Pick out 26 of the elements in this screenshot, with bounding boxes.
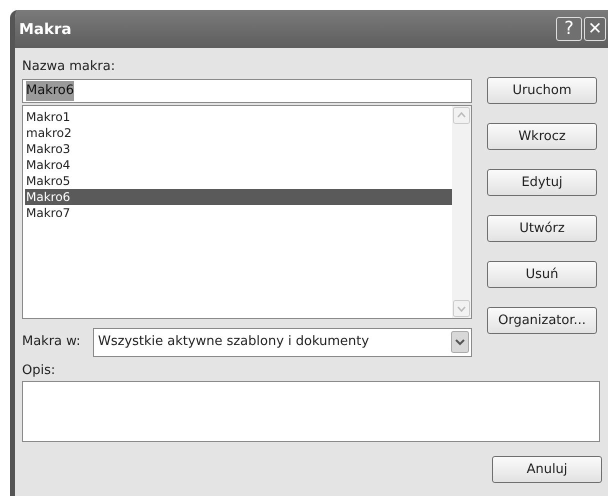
scroll-up-icon[interactable]	[453, 107, 470, 124]
action-button[interactable]: Utwórz	[487, 215, 597, 242]
action-button[interactable]: Organizator...	[487, 307, 597, 334]
window-title: Makra	[19, 18, 73, 40]
macro-item[interactable]: Makro1	[25, 109, 452, 125]
help-button[interactable]: ?	[556, 17, 582, 41]
macro-item[interactable]: Makro6	[25, 189, 452, 205]
macro-item[interactable]: makro2	[25, 125, 452, 141]
macro-item[interactable]: Makro5	[25, 173, 452, 189]
macro-item[interactable]: Makro3	[25, 141, 452, 157]
macros-in-label: Makra w:	[22, 333, 82, 352]
action-button[interactable]: Usuń	[487, 261, 597, 288]
action-button[interactable]: Uruchom	[487, 77, 597, 104]
description-field[interactable]	[22, 381, 600, 442]
name-label: Nazwa makra:	[22, 58, 116, 76]
macro-item[interactable]: Makro7	[25, 205, 452, 221]
close-button[interactable]: ✕	[584, 17, 606, 41]
cancel-button[interactable]: Anuluj	[492, 456, 602, 483]
macro-item[interactable]: Makro4	[25, 157, 452, 173]
description-label: Opis:	[22, 362, 56, 380]
scroll-down-icon[interactable]	[453, 300, 470, 317]
name-field[interactable]: Makro6	[22, 79, 472, 103]
macros-in-dropdown[interactable]: Wszystkie aktywne szablony i dokumenty	[93, 328, 472, 356]
action-button[interactable]: Edytuj	[487, 169, 597, 196]
scrollbar[interactable]	[452, 106, 471, 318]
action-button[interactable]: Wkrocz	[487, 123, 597, 150]
